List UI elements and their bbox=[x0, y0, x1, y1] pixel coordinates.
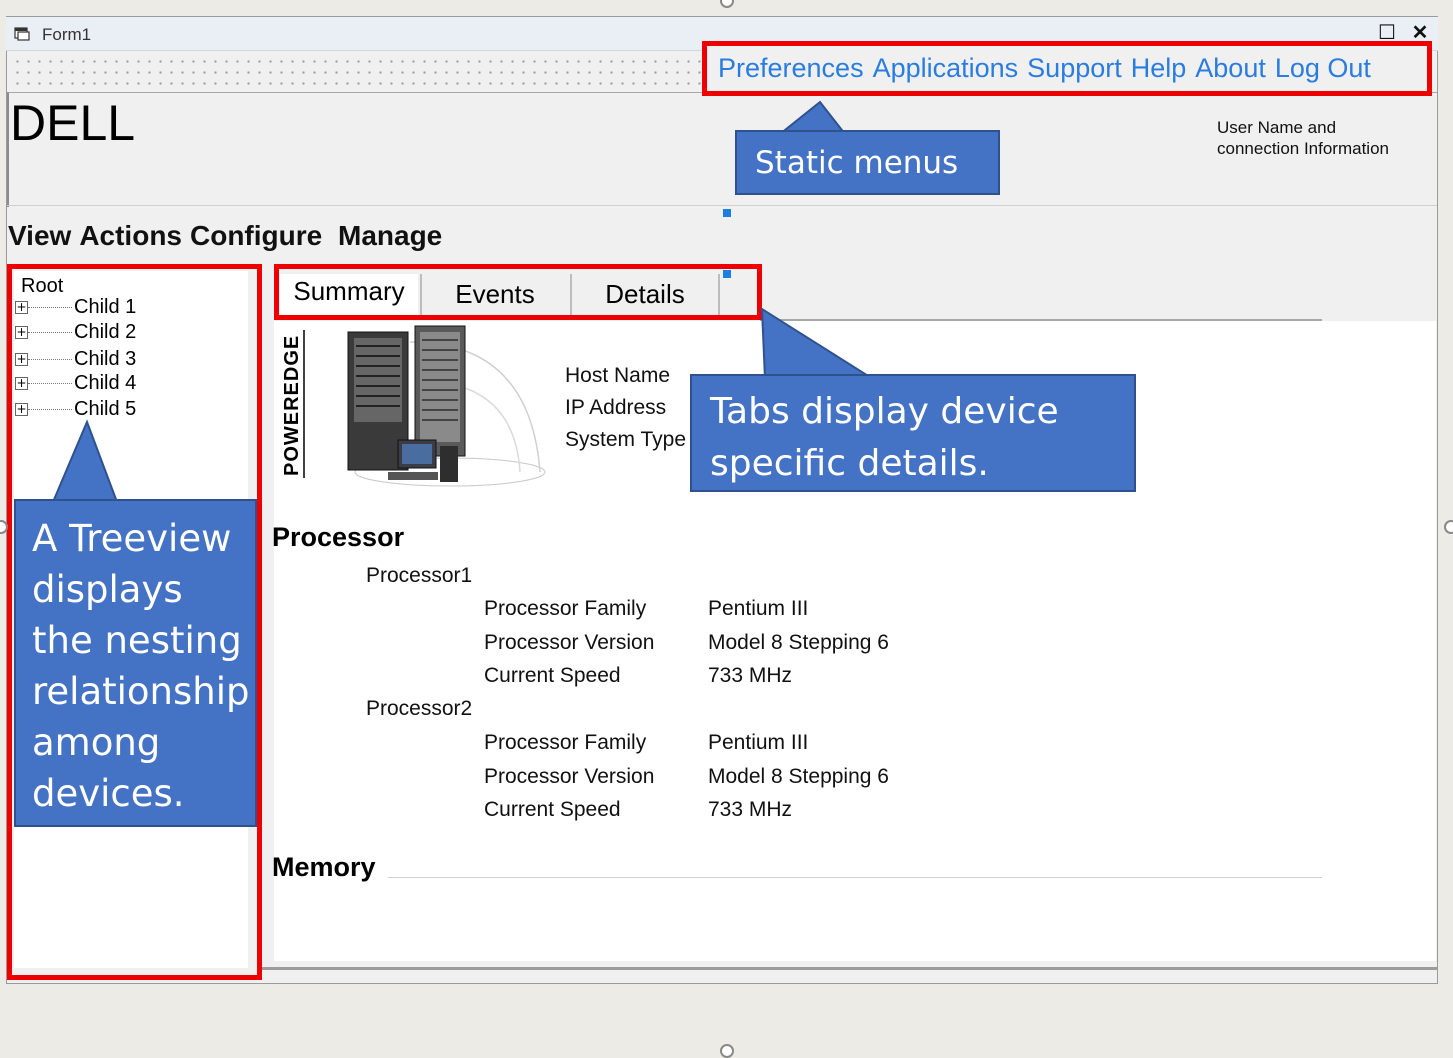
memory-heading: Memory bbox=[272, 852, 376, 882]
menu-view[interactable]: View bbox=[8, 220, 71, 251]
menu-about[interactable]: About bbox=[1195, 53, 1266, 83]
processor-name: Processor2 bbox=[366, 697, 473, 720]
brand-logo: DELL bbox=[10, 95, 136, 151]
selection-handle[interactable] bbox=[1444, 520, 1453, 534]
prop-label: Current Speed bbox=[484, 664, 621, 687]
prop-value: Model 8 Stepping 6 bbox=[708, 631, 889, 654]
selection-handle[interactable] bbox=[720, 1044, 734, 1058]
prop-label: Processor Family bbox=[484, 597, 647, 620]
prop-value: Model 8 Stepping 6 bbox=[708, 765, 889, 788]
static-menu: Preferences Applications Support Help About L… bbox=[718, 53, 1380, 84]
resize-handle[interactable] bbox=[723, 209, 731, 217]
host-name-label: Host Name bbox=[565, 364, 671, 387]
processor-name: Processor1 bbox=[366, 564, 473, 587]
selection-handle[interactable] bbox=[720, 0, 734, 8]
callout-tabs: Tabs display device specific details. bbox=[690, 374, 1136, 492]
callout-pointer bbox=[778, 100, 847, 134]
prop-value: Pentium III bbox=[708, 597, 809, 620]
form-icon bbox=[14, 27, 30, 41]
tabs-highlight bbox=[274, 264, 762, 320]
menu-preferences[interactable]: Preferences bbox=[718, 53, 864, 83]
prop-label: Processor Version bbox=[484, 765, 655, 788]
callout-pointer bbox=[51, 419, 119, 504]
menu-support[interactable]: Support bbox=[1027, 53, 1122, 83]
main-menu: View Actions Configure Manage bbox=[8, 220, 450, 252]
menu-configure[interactable]: Configure bbox=[190, 220, 322, 251]
processor-heading: Processor bbox=[272, 522, 405, 552]
menu-help[interactable]: Help bbox=[1131, 53, 1187, 83]
memory-divider bbox=[388, 877, 1322, 878]
server-image bbox=[347, 325, 546, 487]
resize-handle[interactable] bbox=[723, 270, 731, 278]
prop-value: 733 MHz bbox=[708, 798, 793, 821]
user-connection-info: User Name and connection Information bbox=[1217, 118, 1389, 158]
system-type-label: System Type bbox=[565, 428, 686, 451]
ip-address-label: IP Address bbox=[565, 396, 667, 419]
prop-label: Processor Version bbox=[484, 631, 655, 654]
prop-label: Current Speed bbox=[484, 798, 621, 821]
menu-manage[interactable]: Manage bbox=[338, 220, 442, 251]
callout-treeview: A Treeview displays the nesting relation… bbox=[14, 499, 257, 827]
prop-label: Processor Family bbox=[484, 731, 647, 754]
menu-applications[interactable]: Applications bbox=[873, 53, 1019, 83]
window-title: Form1 bbox=[42, 25, 92, 44]
callout-static-menus: Static menus bbox=[735, 130, 1000, 195]
header-separator bbox=[7, 205, 1437, 206]
callout-pointer bbox=[760, 307, 875, 379]
designer-grid bbox=[8, 52, 708, 88]
menu-log-out[interactable]: Log Out bbox=[1275, 53, 1371, 83]
menu-actions[interactable]: Actions bbox=[79, 220, 182, 251]
prop-value: 733 MHz bbox=[708, 664, 793, 687]
prop-value: Pentium III bbox=[708, 731, 809, 754]
content-border bbox=[262, 967, 1438, 970]
